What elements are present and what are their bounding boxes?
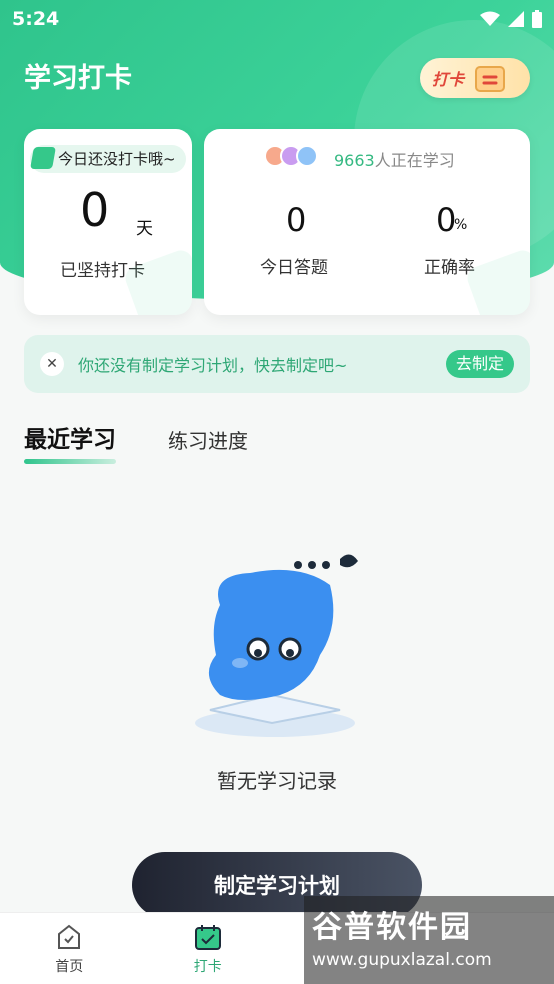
check-icon bbox=[30, 147, 56, 169]
plan-reminder-text: 你还没有制定学习计划，快去制定吧~ bbox=[78, 356, 348, 375]
calendar-check-icon bbox=[194, 924, 221, 950]
tab-recent-study[interactable]: 最近学习 bbox=[24, 420, 116, 464]
checkin-status-text: 今日还没打卡哦~ bbox=[58, 150, 176, 168]
stats-card: 9663人正在学习 0 今日答题 0 % 正确率 bbox=[204, 129, 530, 315]
checkin-badge-button[interactable]: 打卡 bbox=[420, 58, 530, 98]
status-icons bbox=[480, 10, 542, 28]
status-time: 5:24 bbox=[12, 8, 60, 30]
empty-state-text: 暂无学习记录 bbox=[217, 769, 337, 793]
battery-icon bbox=[532, 10, 542, 28]
wifi-icon bbox=[480, 11, 500, 26]
nav-home-label: 首页 bbox=[55, 958, 84, 975]
learners-number: 9663 bbox=[334, 151, 375, 170]
calendar-icon bbox=[475, 66, 506, 92]
tab-recent-study-label: 最近学习 bbox=[24, 427, 116, 453]
close-icon[interactable]: ✕ bbox=[40, 352, 64, 376]
tab-active-indicator bbox=[24, 459, 116, 464]
streak-unit: 天 bbox=[136, 219, 153, 239]
content-tabs: 最近学习 练习进度 bbox=[24, 420, 248, 464]
accuracy-unit: % bbox=[454, 217, 468, 233]
site-watermark: 谷普软件园 www.gupuxlazal.com bbox=[304, 896, 554, 984]
nav-home[interactable]: 首页 bbox=[0, 913, 139, 984]
signal-icon bbox=[508, 11, 524, 27]
watermark-url: www.gupuxlazal.com bbox=[312, 950, 492, 970]
streak-days: 0 bbox=[80, 183, 110, 237]
tab-practice-progress[interactable]: 练习进度 bbox=[168, 425, 248, 454]
nav-checkin[interactable]: 打卡 bbox=[139, 913, 278, 984]
checkin-status-pill: 今日还没打卡哦~ bbox=[30, 145, 186, 173]
learners-suffix: 人正在学习 bbox=[374, 151, 455, 170]
checkin-badge-label: 打卡 bbox=[432, 70, 465, 89]
home-icon bbox=[58, 924, 81, 949]
empty-state-illustration bbox=[195, 554, 358, 737]
answered-label: 今日答题 bbox=[260, 258, 328, 278]
plan-reminder-banner: ✕ 你还没有制定学习计划，快去制定吧~ 去制定 bbox=[24, 335, 530, 393]
page-title: 学习打卡 bbox=[24, 63, 132, 94]
learner-avatars bbox=[264, 145, 318, 167]
avatar bbox=[296, 145, 318, 167]
streak-card: 今日还没打卡哦~ 0 天 已坚持打卡 bbox=[24, 129, 192, 315]
status-bar: 5:24 bbox=[0, 0, 554, 38]
learners-count: 9663人正在学习 bbox=[334, 147, 455, 171]
answered-value: 0 bbox=[286, 201, 307, 239]
nav-checkin-label: 打卡 bbox=[193, 958, 222, 975]
watermark-title: 谷普软件园 bbox=[312, 910, 472, 945]
make-plan-button[interactable]: 去制定 bbox=[445, 350, 514, 378]
